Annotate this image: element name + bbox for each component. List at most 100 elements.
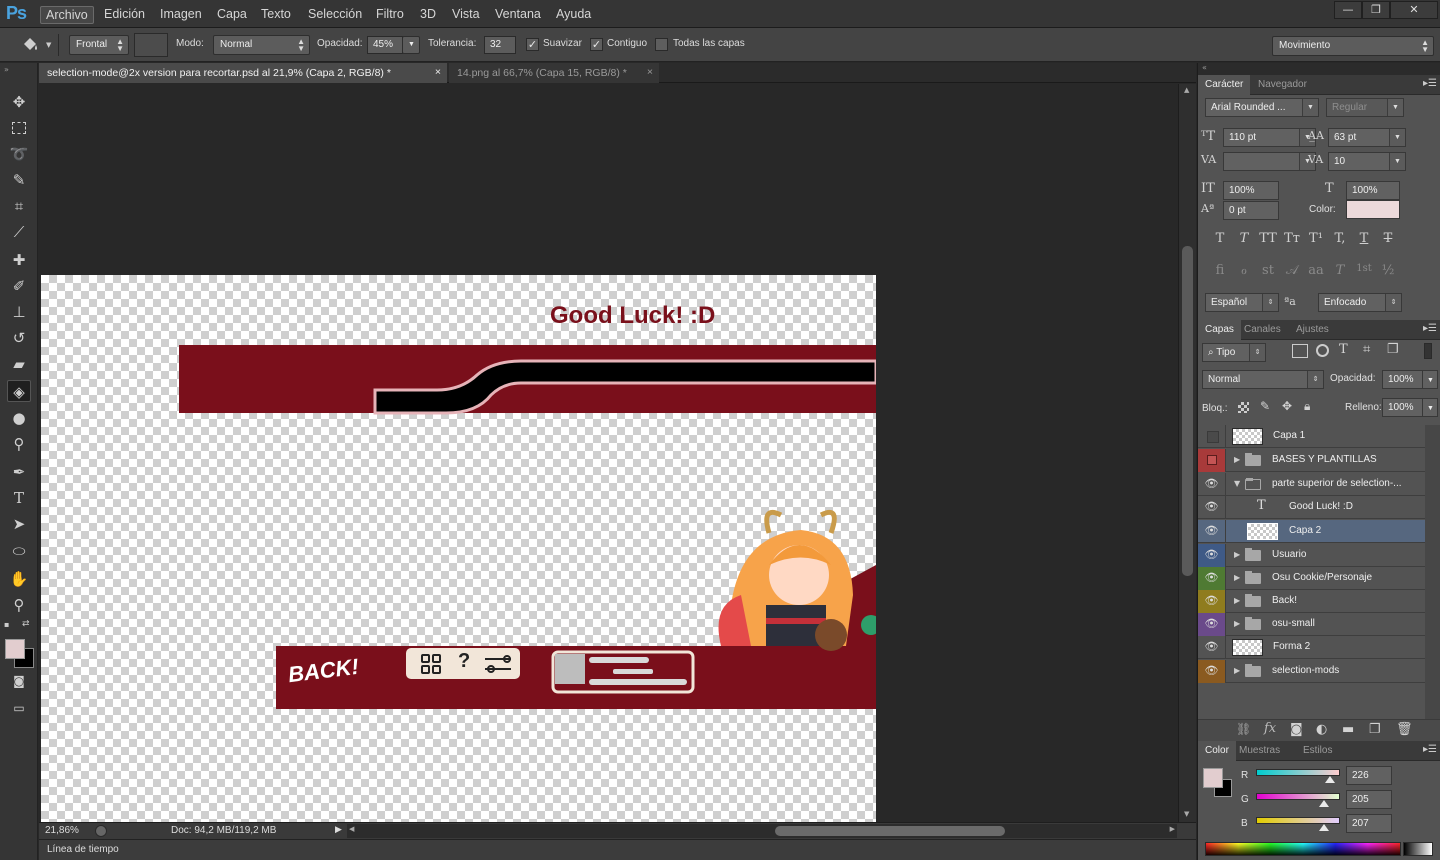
filter-toggle[interactable] [1424, 343, 1432, 359]
font-family-select[interactable]: Arial Rounded ... ▼ [1205, 98, 1319, 117]
ellipse-icon[interactable]: ⬭ [7, 540, 31, 562]
red-input[interactable]: 226 [1346, 766, 1392, 785]
collapse-arrow-icon[interactable]: ▼ [1234, 479, 1240, 488]
antialias-method-select[interactable]: Enfocado ⇕ [1318, 293, 1402, 312]
tab-navegador[interactable]: Navegador [1251, 75, 1314, 95]
contiguous-checkbox[interactable]: ✓ [590, 38, 603, 51]
expand-arrow-icon[interactable]: ▶ [1234, 550, 1240, 559]
collapse-icon[interactable]: » [4, 65, 9, 74]
scroll-left-icon[interactable]: ◀ [349, 825, 354, 833]
eye-icon[interactable]: 👁︎ [1198, 636, 1226, 659]
type-filter-icon[interactable]: T [1339, 342, 1348, 357]
layer-group-row[interactable]: ▶ BASES Y PLANTILLAS [1198, 449, 1425, 472]
panel-menu-icon[interactable]: ▸☰ [1423, 78, 1437, 89]
eye-icon[interactable]: 👁︎ [1198, 473, 1226, 496]
fill-source-select[interactable]: Frontal ▲ ▼ [69, 35, 129, 55]
ligatures-button[interactable]: ﬁ [1210, 263, 1230, 281]
layer-group-row[interactable]: 👁︎ ▶ Back! [1198, 590, 1425, 613]
quick-mask-icon[interactable]: ◙ [7, 670, 31, 692]
green-slider-thumb[interactable] [1318, 800, 1329, 807]
expand-arrow-icon[interactable]: ▶ [1234, 455, 1240, 464]
zoom-icon[interactable]: ⚲ [7, 594, 31, 616]
default-colors-icon[interactable]: ▪ [4, 620, 9, 629]
horizontal-scale-input[interactable]: 100% [1346, 181, 1400, 200]
all-caps-button[interactable]: TT [1258, 231, 1278, 249]
delete-layer-icon[interactable]: 🗑︎ [1396, 722, 1413, 737]
tab-color[interactable]: Color [1198, 741, 1236, 761]
new-group-icon[interactable]: ▬ [1342, 722, 1354, 737]
blue-slider-track[interactable] [1256, 817, 1340, 824]
smart-object-filter-icon[interactable]: ❐ [1387, 342, 1399, 357]
tab-muestras[interactable]: Muestras [1232, 741, 1287, 761]
fractions-button[interactable]: ½ [1378, 263, 1398, 281]
scroll-down-icon[interactable]: ▼ [1184, 810, 1189, 818]
menu-vista[interactable]: Vista [447, 6, 485, 24]
blue-input[interactable]: 207 [1346, 814, 1392, 833]
panel-menu-icon[interactable]: ▸☰ [1423, 744, 1437, 755]
menu-capa[interactable]: Capa [212, 6, 252, 24]
menu-texto[interactable]: Texto [256, 6, 296, 24]
eraser-icon[interactable]: ▰ [7, 353, 31, 375]
brush-icon[interactable]: ✐ [7, 275, 31, 297]
layer-row[interactable]: 👁︎ T Good Luck! :D [1198, 496, 1425, 519]
layers-scrollbar[interactable] [1425, 425, 1440, 719]
blue-slider-thumb[interactable] [1319, 824, 1330, 831]
lock-position-icon[interactable]: ✥ [1282, 399, 1292, 413]
panel-menu-icon[interactable]: ▸☰ [1423, 323, 1437, 334]
vertical-scrollbar[interactable]: ▲ ▼ [1178, 84, 1196, 822]
green-slider-track[interactable] [1256, 793, 1340, 800]
layer-group-row[interactable]: 👁︎ ▼ parte superior de selection-... [1198, 473, 1425, 496]
blur-icon[interactable]: ● [7, 407, 31, 429]
tab-estilos[interactable]: Estilos [1296, 741, 1339, 761]
layer-opacity-dropdown[interactable]: ▼ [1422, 370, 1438, 389]
menu-ventana[interactable]: Ventana [490, 6, 546, 24]
tracking-input[interactable]: 10 ▼ [1328, 152, 1406, 171]
hscroll-thumb[interactable] [775, 826, 1005, 836]
layer-opacity-input[interactable]: 100% [1382, 370, 1424, 389]
new-adjustment-icon[interactable]: ◐ [1316, 722, 1327, 737]
menu-imagen[interactable]: Imagen [155, 6, 207, 24]
layer-row[interactable]: 👁︎ Forma 2 [1198, 636, 1425, 659]
small-caps-button[interactable]: Tт [1282, 231, 1302, 249]
type-icon[interactable]: T [7, 487, 31, 509]
clone-stamp-icon[interactable]: ⊥ [7, 301, 31, 323]
expand-arrow-icon[interactable]: ▶ [1234, 596, 1240, 605]
leading-input[interactable]: 63 pt ▼ [1328, 128, 1406, 147]
zoom-level[interactable]: 21,86% [45, 825, 79, 836]
eye-icon[interactable]: 👁︎ [1198, 544, 1226, 567]
layer-group-row[interactable]: 👁︎ ▶ Osu Cookie/Personaje [1198, 567, 1425, 590]
expand-arrow-icon[interactable]: ▶ [1234, 573, 1240, 582]
blend-mode-select[interactable]: Normal ⇕ [1202, 370, 1324, 389]
screen-mode-icon[interactable]: ▭ [7, 697, 31, 719]
preset-caret-icon[interactable]: ▼ [46, 41, 51, 49]
layer-style-icon[interactable]: fx [1264, 721, 1276, 736]
foreground-color-swatch[interactable] [1203, 768, 1223, 788]
layer-group-row[interactable]: 👁︎ ▶ selection-mods [1198, 660, 1425, 683]
fill-dropdown[interactable]: ▼ [1422, 398, 1438, 417]
layer-filter-select[interactable]: ⌕ Tipo ⇕ [1202, 343, 1266, 362]
ordinals-button[interactable]: 1st [1354, 263, 1374, 281]
layer-group-row[interactable]: 👁︎ ▶ osu-small [1198, 613, 1425, 636]
expand-arrow-icon[interactable]: ▶ [1234, 666, 1240, 675]
baseline-shift-input[interactable]: 0 pt [1223, 201, 1279, 220]
move-icon[interactable]: ✥ [7, 91, 31, 113]
spectrum-bar[interactable] [1205, 842, 1401, 856]
lock-pixels-icon[interactable]: ✎ [1260, 399, 1270, 413]
hand-icon[interactable]: ✋ [7, 568, 31, 590]
all-layers-checkbox[interactable] [655, 38, 668, 51]
horizontal-scrollbar[interactable]: ◀ ▶ [347, 824, 1177, 838]
visibility-toggle[interactable] [1198, 425, 1226, 448]
underline-button[interactable]: T [1354, 231, 1374, 249]
collapse-panels-icon[interactable]: « [1202, 63, 1207, 72]
lasso-icon[interactable]: ➰ [7, 143, 31, 165]
tab-selection-mode-psd[interactable]: selection-mode@2x version para recortar.… [39, 63, 447, 83]
layer-group-row[interactable]: 👁︎ ▶ Usuario [1198, 544, 1425, 567]
history-brush-icon[interactable]: ↺ [7, 327, 31, 349]
menu-edicion[interactable]: Edición [99, 6, 150, 24]
pen-icon[interactable]: ✒ [7, 461, 31, 483]
antialias-checkbox[interactable]: ✓ [526, 38, 539, 51]
layer-row[interactable]: Capa 1 [1198, 425, 1425, 448]
eye-icon[interactable]: 👁︎ [1198, 613, 1226, 636]
mode-select[interactable]: Normal ▲ ▼ [213, 35, 310, 55]
menu-filtro[interactable]: Filtro [371, 6, 409, 24]
